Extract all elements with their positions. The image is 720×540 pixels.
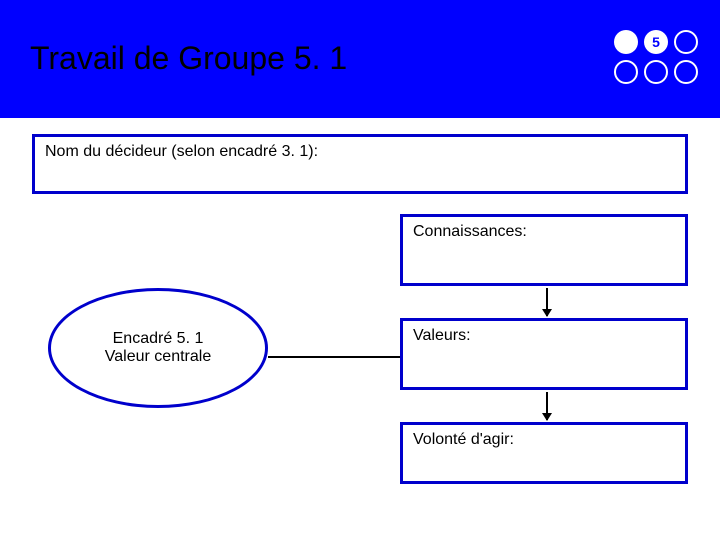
logo-dot-filled-icon <box>614 30 638 54</box>
slide: Travail de Groupe 5. 1 5 Nom du décideur… <box>0 0 720 540</box>
header-bar: Travail de Groupe 5. 1 5 <box>0 0 720 118</box>
logo: 5 <box>608 30 698 90</box>
arrow-down-icon <box>546 288 548 316</box>
ellipse-line-2: Valeur centrale <box>105 348 211 366</box>
box-connaissances-label: Connaissances: <box>413 223 527 240</box>
logo-dot-empty-icon <box>644 60 668 84</box>
logo-dot-empty-icon <box>674 60 698 84</box>
logo-dot-empty-icon <box>674 30 698 54</box>
ellipse-valeur-centrale: Encadré 5. 1 Valeur centrale <box>48 288 268 408</box>
box-decideur: Nom du décideur (selon encadré 3. 1): <box>32 134 688 194</box>
connector-line <box>268 356 400 358</box>
logo-dot-number-icon: 5 <box>644 30 668 54</box>
arrow-down-icon <box>546 392 548 420</box>
box-volonte: Volonté d'agir: <box>400 422 688 484</box>
ellipse-line-1: Encadré 5. 1 <box>113 330 204 348</box>
box-valeurs-label: Valeurs: <box>413 327 471 344</box>
logo-dot-empty-icon <box>614 60 638 84</box>
page-title: Travail de Groupe 5. 1 <box>30 40 347 77</box>
logo-row-1: 5 <box>608 30 698 54</box>
box-valeurs: Valeurs: <box>400 318 688 390</box>
logo-row-2 <box>608 60 698 84</box>
box-volonte-label: Volonté d'agir: <box>413 431 514 448</box>
box-connaissances: Connaissances: <box>400 214 688 286</box>
box-decideur-label: Nom du décideur (selon encadré 3. 1): <box>45 143 318 160</box>
